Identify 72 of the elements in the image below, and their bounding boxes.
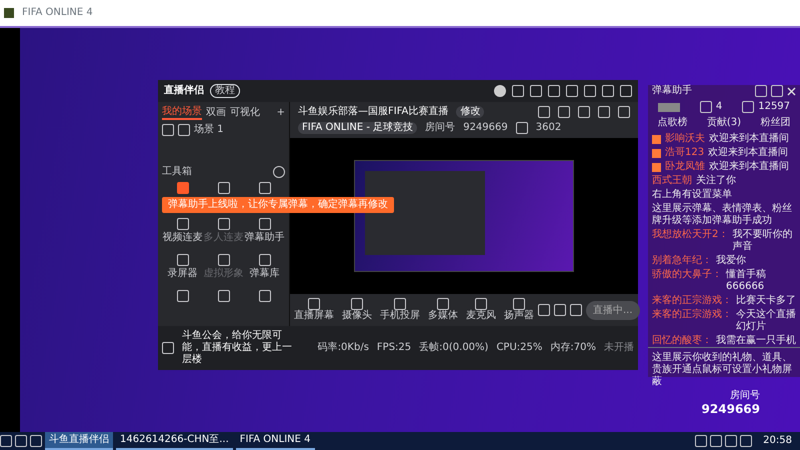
- panel-title: 弹幕助手: [652, 85, 692, 97]
- scene-tab[interactable]: 双画: [206, 107, 226, 119]
- status-text: CPU:25%: [496, 342, 542, 354]
- status-text: 码率:0Kb/s: [318, 342, 369, 354]
- media-label[interactable]: 扬声器: [504, 310, 534, 322]
- user-name: 西式王朝: [652, 175, 692, 187]
- circle-icon[interactable]: [273, 166, 285, 178]
- panel-tab[interactable]: 贡献(3): [706, 117, 742, 129]
- message-text: 欢迎来到本直播间: [709, 161, 789, 173]
- status-text: 未开播: [604, 342, 634, 354]
- panel-tab[interactable]: 粉丝团: [760, 117, 790, 129]
- media-label[interactable]: 多媒体: [428, 310, 458, 322]
- guide-button[interactable]: 教程: [210, 84, 240, 98]
- edit-tag[interactable]: 修改: [456, 106, 484, 118]
- scene-item[interactable]: 场景 1: [194, 124, 224, 136]
- user-name: 别着急年纪：: [652, 255, 712, 267]
- category-tag[interactable]: FIFA ONLINE - 足球竞技: [298, 122, 418, 134]
- stat-count: 4: [716, 101, 722, 113]
- user-name: 我想放松天开2：: [652, 229, 728, 241]
- message-text: 关注了你: [696, 175, 736, 187]
- notice-text: 斗鱼公会，给你无限可能，直播有收益，更上一层楼: [182, 330, 293, 366]
- room-label: 房间号: [729, 390, 760, 402]
- room-label: 房间号: [425, 122, 456, 134]
- toolbox-title: 工具箱: [162, 166, 192, 178]
- avatar-icon: [494, 85, 506, 97]
- taskbar-item[interactable]: 1462614266-CHN至...: [116, 432, 233, 450]
- message-text: 懂首手稿666666: [726, 269, 767, 293]
- notice-banner: 弹幕助手上线啦，让你专属弹幕，确定弹幕再修改: [162, 197, 394, 213]
- scene-tab[interactable]: 我的场景: [162, 106, 202, 120]
- status-text: 内存:70%: [550, 342, 596, 354]
- stat-count: 12597: [758, 101, 790, 113]
- system-message: 右上角有设置菜单: [652, 189, 733, 201]
- status-text: FPS:25: [376, 342, 412, 354]
- tool-label[interactable]: 弹幕库: [250, 268, 280, 280]
- add-scene-button[interactable]: +: [276, 107, 285, 119]
- media-label[interactable]: 麦克风: [466, 310, 496, 322]
- message-text: 我不要听你的声音: [732, 229, 794, 253]
- clock: 20:58: [762, 435, 793, 447]
- tool-label[interactable]: 录屏器: [168, 268, 198, 280]
- user-name: 浩哥123: [665, 147, 704, 159]
- taskbar-item[interactable]: 斗鱼直播伴侣: [45, 432, 113, 450]
- user-name: 来客的正宗游戏：: [652, 309, 732, 321]
- window-title: FIFA ONLINE 4: [22, 7, 93, 19]
- app-logo: 直播伴侣: [164, 85, 204, 97]
- system-message: 这里展示弹幕、表情弹表、粉丝牌升级等添加弹幕助手成功: [652, 203, 793, 227]
- status-text: 丢帧:0(0.00%): [419, 342, 488, 354]
- room-id: 9249669: [463, 122, 508, 134]
- user-name: 卧龙凤雏: [665, 161, 705, 173]
- panel-tab[interactable]: 点歌榜: [658, 117, 688, 129]
- tool-label[interactable]: 视频连麦: [162, 232, 202, 244]
- live-button[interactable]: 直播中...: [586, 300, 640, 320]
- media-label[interactable]: 直播屏幕: [294, 310, 334, 322]
- game-logo-icon: [4, 8, 14, 18]
- taskbar-item[interactable]: FIFA ONLINE 4: [236, 432, 315, 450]
- message-text: 比赛天卡多了: [736, 295, 796, 307]
- media-label[interactable]: 摄像头: [342, 310, 372, 322]
- user-name: 回忆的酸枣：: [652, 335, 712, 347]
- scene-tab[interactable]: 可视化: [230, 107, 260, 119]
- message-text: 我需在赢一只手机: [716, 335, 796, 347]
- message-text: 欢迎来到本直播间: [708, 147, 788, 159]
- message-text: 欢迎来到本直播间: [709, 133, 789, 145]
- user-name: 来客的正宗游戏：: [652, 295, 732, 307]
- media-label[interactable]: 手机投屏: [380, 310, 420, 322]
- count-box-icon: [658, 102, 680, 112]
- user-name: 影响沃夫: [665, 133, 705, 145]
- tool-label[interactable]: 弹幕助手: [244, 232, 284, 244]
- popularity-count: 3602: [536, 122, 562, 134]
- message-text: 我爱你: [716, 255, 746, 267]
- message-text: 今天这个直播幻灯片: [736, 309, 796, 333]
- stream-title: 斗鱼娱乐部落—国服FIFA比赛直播: [298, 106, 448, 118]
- user-name: 骄傲的大鼻子：: [652, 269, 722, 281]
- room-number: 9249669: [702, 402, 760, 416]
